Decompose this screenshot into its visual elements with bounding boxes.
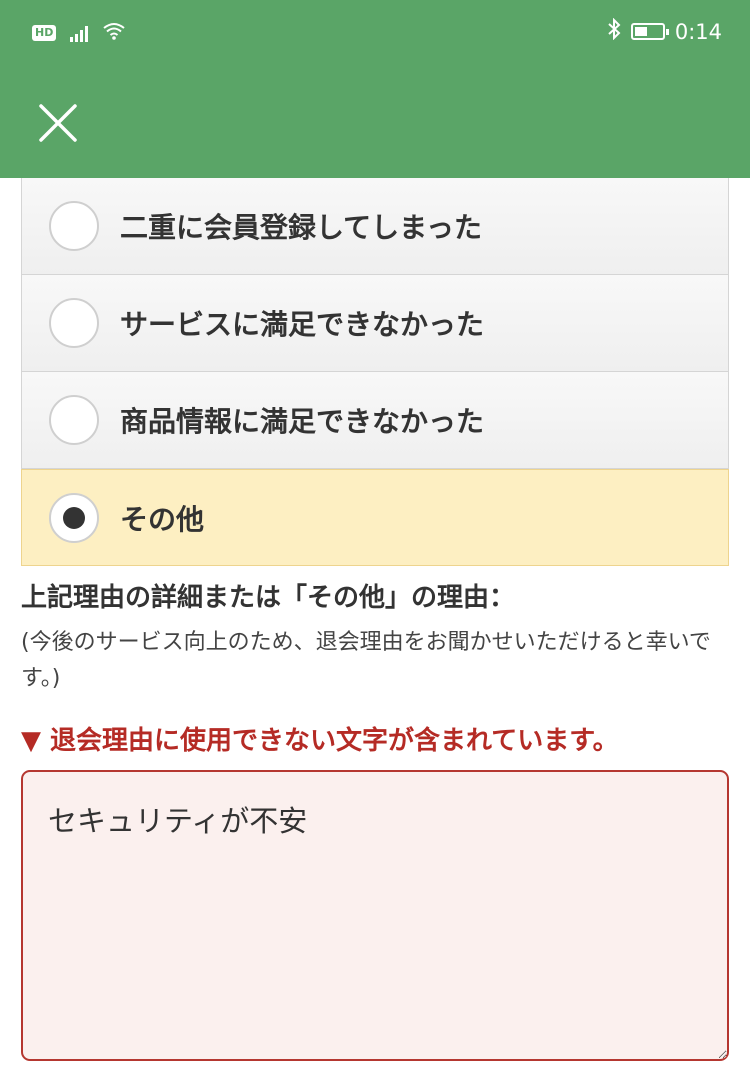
reason-option[interactable]: その他 xyxy=(21,469,729,566)
radio-button[interactable] xyxy=(49,395,99,445)
radio-button[interactable] xyxy=(49,492,99,543)
close-icon xyxy=(38,103,78,147)
reason-option[interactable]: サービスに満足できなかった xyxy=(21,275,729,372)
hd-badge: HD xyxy=(32,25,57,41)
reason-option[interactable]: 二重に会員登録してしまった xyxy=(21,178,729,275)
battery-level xyxy=(634,27,647,36)
status-bar: HD 0:14 xyxy=(0,0,750,65)
reason-option[interactable]: 商品情報に満足できなかった xyxy=(21,372,729,469)
detail-helper-text: (今後のサービス向上のため、退会理由をお聞かせいただけると幸いです。) xyxy=(21,630,711,691)
radio-button[interactable] xyxy=(49,201,99,251)
reason-textarea[interactable]: セキュリティが不安 xyxy=(21,770,729,1061)
battery-icon xyxy=(630,23,669,40)
status-time: 0:14 xyxy=(674,19,722,44)
detail-title: 上記理由の詳細または「その他」の理由： xyxy=(21,583,516,613)
error-message: ▼ 退会理由に使用できない文字が含まれています。 xyxy=(21,726,619,756)
status-left: HD xyxy=(32,22,126,44)
reason-options: 二重に会員登録してしまった サービスに満足できなかった 商品情報に満足できなかっ… xyxy=(21,178,729,566)
reason-label: その他 xyxy=(120,502,205,536)
wifi-icon xyxy=(102,22,126,44)
reason-label: 商品情報に満足できなかった xyxy=(120,405,485,438)
radio-button[interactable] xyxy=(49,298,99,348)
reason-label: サービスに満足できなかった xyxy=(120,308,485,341)
bluetooth-icon xyxy=(607,17,621,45)
reason-label: 二重に会員登録してしまった xyxy=(120,211,483,244)
app-bar xyxy=(0,65,750,178)
status-right: 0:14 xyxy=(607,17,722,45)
close-button[interactable] xyxy=(28,95,88,155)
signal-icon xyxy=(70,24,89,42)
